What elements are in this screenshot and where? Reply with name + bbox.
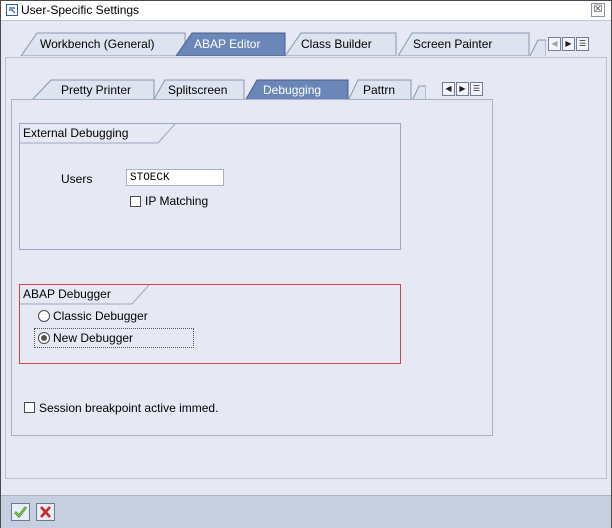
ok-button[interactable]	[11, 503, 30, 521]
tab-class-builder[interactable]: Class Builder	[285, 32, 397, 56]
scroll-right-icon[interactable]: ▶	[562, 37, 575, 51]
ip-matching-label: IP Matching	[145, 194, 209, 208]
window-icon	[6, 4, 18, 16]
outer-tab-nav: ◀ ▶ ☰	[548, 37, 589, 51]
tab-label: Class Builder	[301, 37, 372, 51]
tab-label: Pretty Printer	[61, 83, 132, 97]
users-input[interactable]: STOECK	[126, 169, 224, 186]
session-breakpoint-checkbox[interactable]	[24, 402, 35, 413]
tab-label: Workbench (General)	[40, 37, 155, 51]
green-check-icon	[14, 506, 28, 518]
title-bar: User-Specific Settings ☒	[1, 1, 611, 21]
inner-tab-nav: ◀ ▶ ☰	[442, 82, 483, 96]
tab-screen-painter[interactable]: Screen Painter	[398, 32, 530, 56]
scroll-right-icon[interactable]: ▶	[456, 82, 469, 96]
tab-label: Screen Painter	[413, 37, 493, 51]
session-breakpoint-label: Session breakpoint active immed.	[39, 401, 219, 415]
window-title: User-Specific Settings	[21, 3, 140, 17]
close-button[interactable]: ☒	[591, 3, 605, 17]
close-icon: ☒	[593, 4, 603, 15]
ip-matching-checkbox[interactable]	[130, 196, 141, 207]
dialog-window: User-Specific Settings ☒ Workbench (Gene…	[0, 0, 612, 528]
tab-label: Splitscreen	[168, 83, 228, 97]
classic-debugger-radio[interactable]	[38, 310, 50, 322]
group-title: External Debugging	[23, 126, 129, 140]
tab-label: Debugging	[263, 83, 322, 97]
tab-overflow-stub	[530, 39, 546, 56]
cancel-button[interactable]	[36, 503, 55, 521]
scroll-left-icon[interactable]: ◀	[548, 37, 561, 51]
tab-label: ABAP Editor	[194, 37, 261, 51]
scroll-left-icon[interactable]: ◀	[442, 82, 455, 96]
red-x-icon	[40, 506, 51, 518]
new-debugger-radio[interactable]	[38, 332, 50, 344]
tab-label: Pattrn	[363, 83, 396, 97]
abap-debugger-group: ABAP Debugger	[19, 284, 401, 364]
tab-list-icon[interactable]: ☰	[576, 37, 589, 51]
tab-abap-editor[interactable]: ABAP Editor	[176, 32, 286, 56]
new-debugger-label: New Debugger	[53, 331, 134, 345]
group-title: ABAP Debugger	[23, 287, 111, 301]
classic-debugger-label: Classic Debugger	[53, 309, 148, 323]
footer-toolbar	[1, 495, 611, 528]
external-debugging-group: External Debugging	[19, 123, 401, 250]
tab-workbench-general[interactable]: Workbench (General)	[21, 32, 186, 56]
outer-tabstrip: Workbench (General) ABAP Editor Class Bu…	[1, 32, 612, 58]
tab-list-icon[interactable]: ☰	[470, 82, 483, 96]
users-label: Users	[61, 172, 93, 186]
